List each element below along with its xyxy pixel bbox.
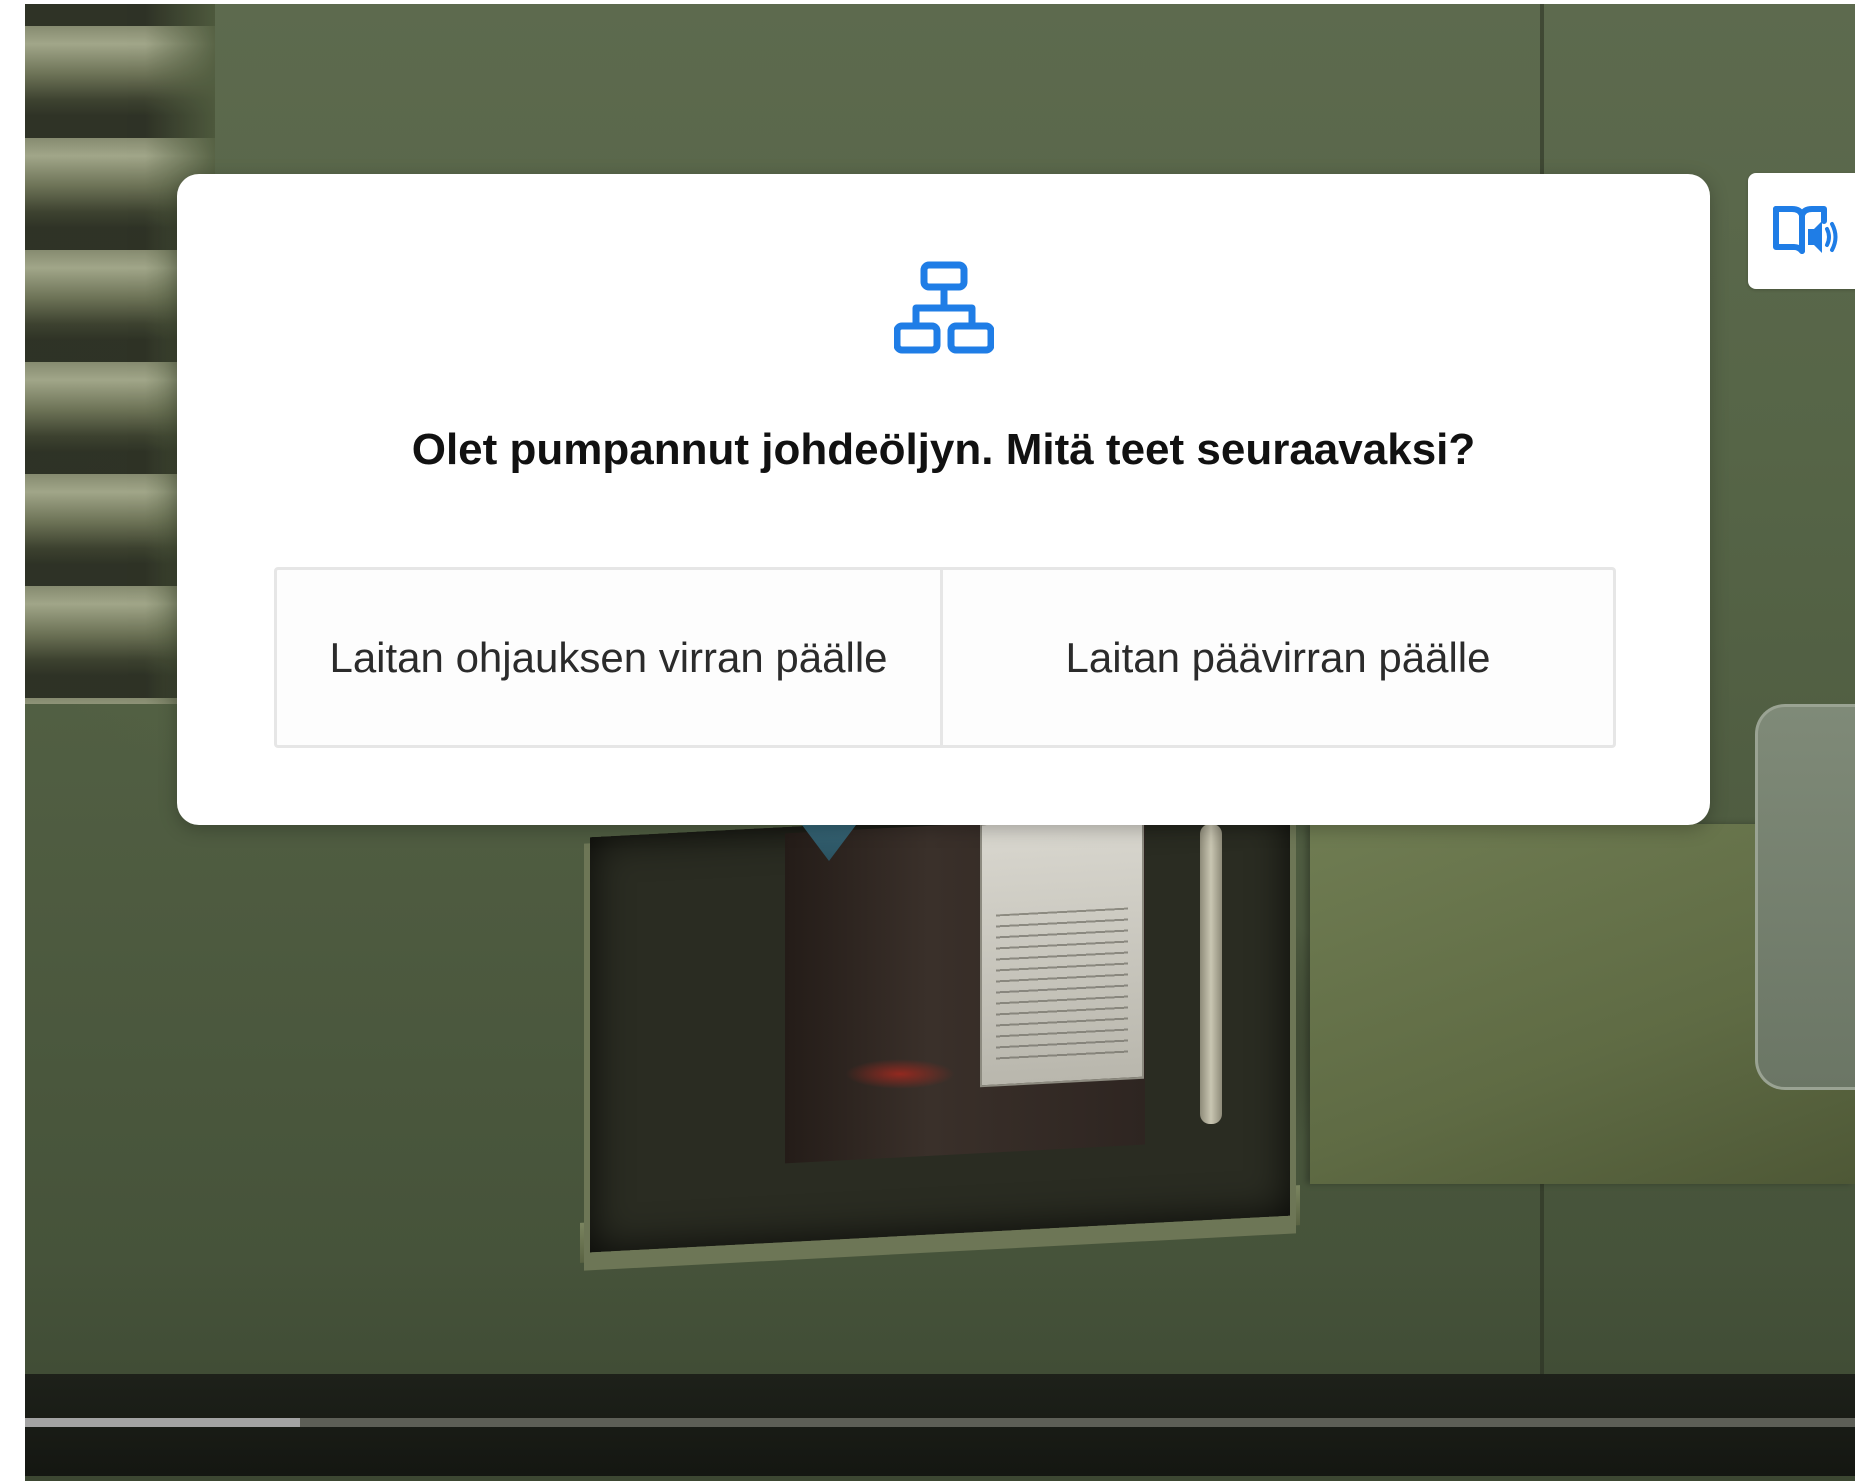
narration-button[interactable] bbox=[1748, 173, 1855, 289]
video-progress-fill bbox=[25, 1418, 300, 1427]
video-frame-pipe bbox=[1200, 824, 1222, 1124]
question-text: Olet pumpannut johdeöljyn. Mitä teet seu… bbox=[411, 425, 1476, 474]
book-audio-icon bbox=[1773, 206, 1838, 254]
video-frame-nameplate bbox=[980, 814, 1144, 1088]
answer-option-main-power[interactable]: Laitan päävirran päälle bbox=[943, 570, 1613, 745]
video-frame-light bbox=[845, 1059, 955, 1089]
answer-option-control-power[interactable]: Laitan ohjauksen virran päälle bbox=[277, 570, 943, 745]
video-frame-window bbox=[1755, 704, 1855, 1090]
video-progress-bar[interactable] bbox=[25, 1418, 1855, 1427]
question-dialog: Olet pumpannut johdeöljyn. Mitä teet seu… bbox=[177, 174, 1710, 825]
video-player[interactable]: Olet pumpannut johdeöljyn. Mitä teet seu… bbox=[25, 4, 1855, 1481]
answer-options: Laitan ohjauksen virran päälle Laitan pä… bbox=[274, 567, 1616, 748]
flowchart-branch-icon bbox=[894, 261, 994, 354]
